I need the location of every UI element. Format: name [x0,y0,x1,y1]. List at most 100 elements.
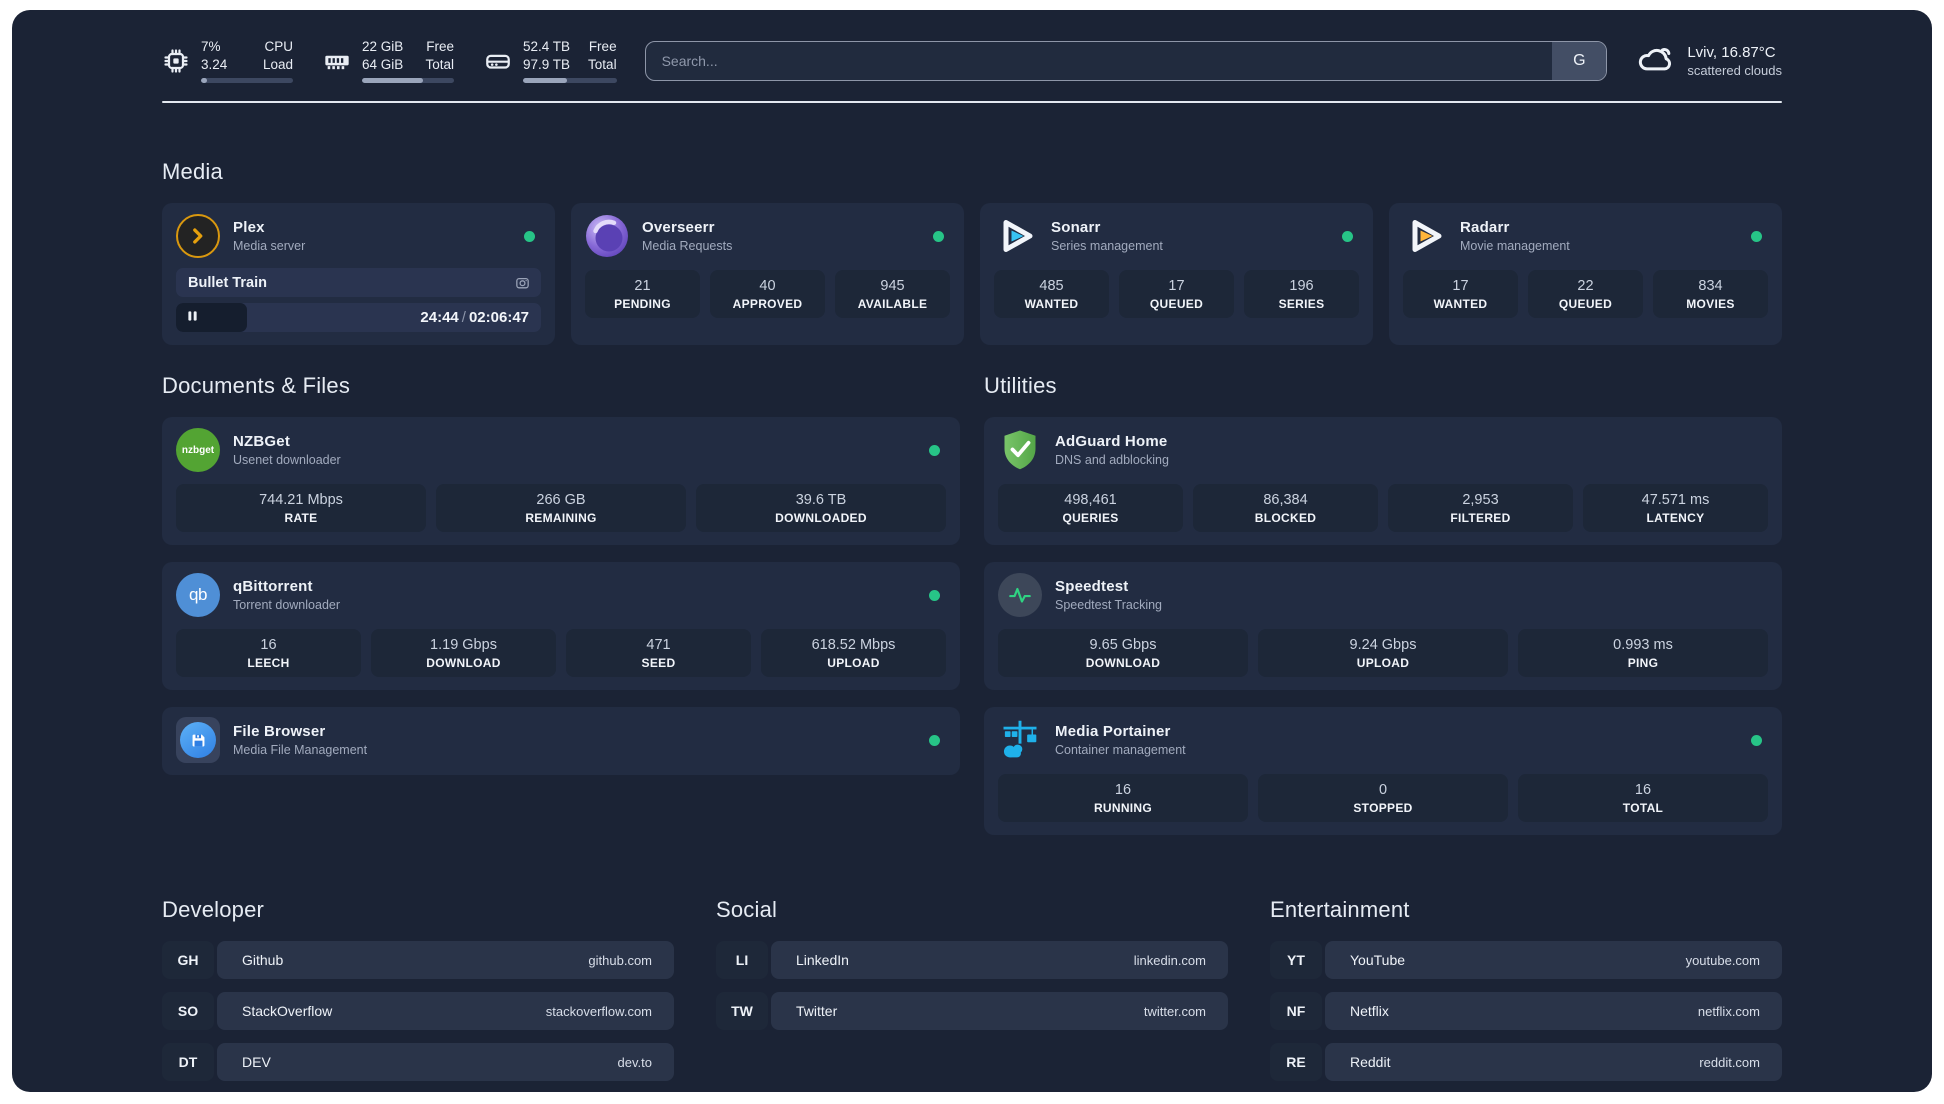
bookmark-bar: Netflix netflix.com [1325,992,1782,1030]
stat-label: MOVIES [1686,297,1735,311]
stat-box: 16 TOTAL [1518,774,1768,822]
status-dot [1751,734,1762,746]
bookmark-url: linkedin.com [1133,952,1206,968]
stat-value: 196 [1289,278,1314,294]
bookmark-youtube[interactable]: YT YouTube youtube.com [1270,941,1782,979]
stat-value: 22 [1577,278,1594,294]
app-name: Overseerr [642,219,715,236]
section-title-documents: Documents & Files [162,373,351,398]
stat-box: 22 QUEUED [1528,270,1643,318]
media-cards: Plex Media server Bullet Train 24:44/02:06:… [162,203,1782,345]
stat-label: WANTED [1024,297,1079,311]
section-documents: Documents & Files nzbget NZBGet Usenet dow… [162,373,960,835]
bookmark-netflix[interactable]: NF Netflix netflix.com [1270,992,1782,1030]
camera-icon [514,274,531,291]
card-meta: Media Portainer Container management [1055,723,1186,757]
search-input[interactable] [645,41,1553,80]
bookmark-linkedin[interactable]: LI LinkedIn linkedin.com [716,941,1228,979]
now-playing-progress-fill [176,303,248,332]
app-card-file-browser[interactable]: File Browser Media File Management [162,707,960,775]
stat-label: APPROVED [732,297,803,311]
app-name: Plex [233,219,265,236]
stat-label: PENDING [614,297,671,311]
stat-value: 9.65 Gbps [1089,637,1157,653]
stat-label: SERIES [1278,297,1325,311]
bookmark-url: twitter.com [1143,1003,1206,1019]
app-name: AdGuard Home [1055,433,1168,450]
bookmark-name: Netflix [1350,1003,1389,1019]
bookmark-url: netflix.com [1697,1003,1760,1019]
card-header: nzbget NZBGet Usenet downloader [176,428,946,472]
stat-label: AVAILABLE [857,297,928,311]
dashboard: 7% 3.24 CPU Load 22 GiB 64 GiB Free Total 52.4 T… [12,10,1932,1092]
stat-box: 17 QUEUED [1119,270,1234,318]
stat-value: 39.6 TB [795,492,847,508]
stat-box: 16 RUNNING [998,774,1248,822]
stat-values: 52.4 TB 97.9 TB [523,39,571,72]
overseerr-icon [585,214,629,258]
stat-progressbar [362,77,454,83]
card-header: AdGuard Home DNS and adblocking [998,428,1768,472]
stat-box: 9.65 Gbps DOWNLOAD [998,629,1248,677]
sonarr-icon [994,214,1038,258]
card-stats: 9.65 Gbps DOWNLOAD 9.24 Gbps UPLOAD 0.993 ms… [998,629,1768,677]
total-duration: 02:06:47 [468,309,529,326]
stat-label: WANTED [1433,297,1488,311]
stat-box: 196 SERIES [1244,270,1359,318]
system-stats: 7% 3.24 CPU Load 22 GiB 64 GiB Free Total 52.4 T… [162,38,617,83]
card-header: Plex Media server [176,214,541,258]
stat-box: 485 WANTED [994,270,1109,318]
card-meta: Plex Media server [233,219,305,253]
stat-label: DOWNLOAD [426,656,501,670]
bookmark-sections: Developer GH Github github.com SO StackOverfl… [162,897,1782,1081]
search-engine-button[interactable]: G [1552,41,1607,80]
stat-value: 9.24 Gbps [1349,637,1417,653]
now-playing-time: 24:44/02:06:47 [420,309,541,326]
stat-value: 2,953 [1462,492,1499,508]
bookmark-url: youtube.com [1685,952,1760,968]
now-playing-title-row: Bullet Train [176,268,541,297]
stat-body: 52.4 TB 97.9 TB Free Total [523,38,617,83]
bookmark-bar: Twitter twitter.com [771,992,1228,1030]
app-card-plex[interactable]: Plex Media server Bullet Train 24:44/02:06:… [162,203,555,345]
app-card-overseerr[interactable]: Overseerr Media Requests 21 PENDING 40 APPROV… [571,203,964,345]
app-card-radarr[interactable]: Radarr Movie management 17 WANTED 22 QUEUED 83… [1389,203,1782,345]
bookmark-dev[interactable]: DT DEV dev.to [162,1043,674,1081]
app-card-media-portainer[interactable]: Media Portainer Container management 16 RUN… [984,707,1782,835]
app-name: NZBGet [233,433,291,450]
stat-box: 945 AVAILABLE [835,270,950,318]
bookmark-reddit[interactable]: RE Reddit reddit.com [1270,1043,1782,1081]
app-card-qbittorrent[interactable]: qb qBittorrent Torrent downloader 16 LEECH 1.… [162,562,960,690]
bookmark-abbr: YT [1270,941,1322,979]
bookmark-url: reddit.com [1699,1054,1760,1070]
app-subtitle: Movie management [1460,239,1570,253]
middle-sections: Documents & Files nzbget NZBGet Usenet dow… [162,373,1782,835]
pause-icon[interactable] [187,309,198,327]
app-card-speedtest[interactable]: Speedtest Speedtest Tracking 9.65 Gbps DOWN… [984,562,1782,690]
bookmark-bar: Github github.com [217,941,674,979]
bookmark-stackoverflow[interactable]: SO StackOverflow stackoverflow.com [162,992,674,1030]
app-card-sonarr[interactable]: Sonarr Series management 485 WANTED 17 QUEUED… [980,203,1373,345]
stat-box: 834 MOVIES [1653,270,1768,318]
bookmark-twitter[interactable]: TW Twitter twitter.com [716,992,1228,1030]
stat-label: DOWNLOAD [1085,656,1161,670]
app-card-adguard-home[interactable]: AdGuard Home DNS and adblocking 498,461 QUE… [984,417,1782,545]
stat-value: 945 [880,278,905,294]
card-meta: Overseerr Media Requests [642,219,732,253]
documents-cards: nzbget NZBGet Usenet downloader 744.21 Mbps… [162,417,960,775]
stat-value: 17 [1168,278,1185,294]
stat-box: 618.52 Mbps UPLOAD [761,629,946,677]
bookmark-name: StackOverflow [242,1003,333,1019]
stat-label: QUEUED [1149,297,1204,311]
bookmark-github[interactable]: GH Github github.com [162,941,674,979]
stat-box: 86,384 BLOCKED [1193,484,1378,532]
section-title-media: Media [162,159,223,184]
stat-value: 834 [1698,278,1723,294]
now-playing-progressbar[interactable]: 24:44/02:06:47 [176,303,541,332]
weather-condition: scattered clouds [1687,62,1782,78]
bookmark-url: dev.to [617,1054,652,1070]
app-card-nzbget[interactable]: nzbget NZBGet Usenet downloader 744.21 Mbps… [162,417,960,545]
weather-location: Lviv, 16.87°C [1687,43,1776,61]
stat-box: 0.993 ms PING [1518,629,1768,677]
status-dot [929,734,940,746]
